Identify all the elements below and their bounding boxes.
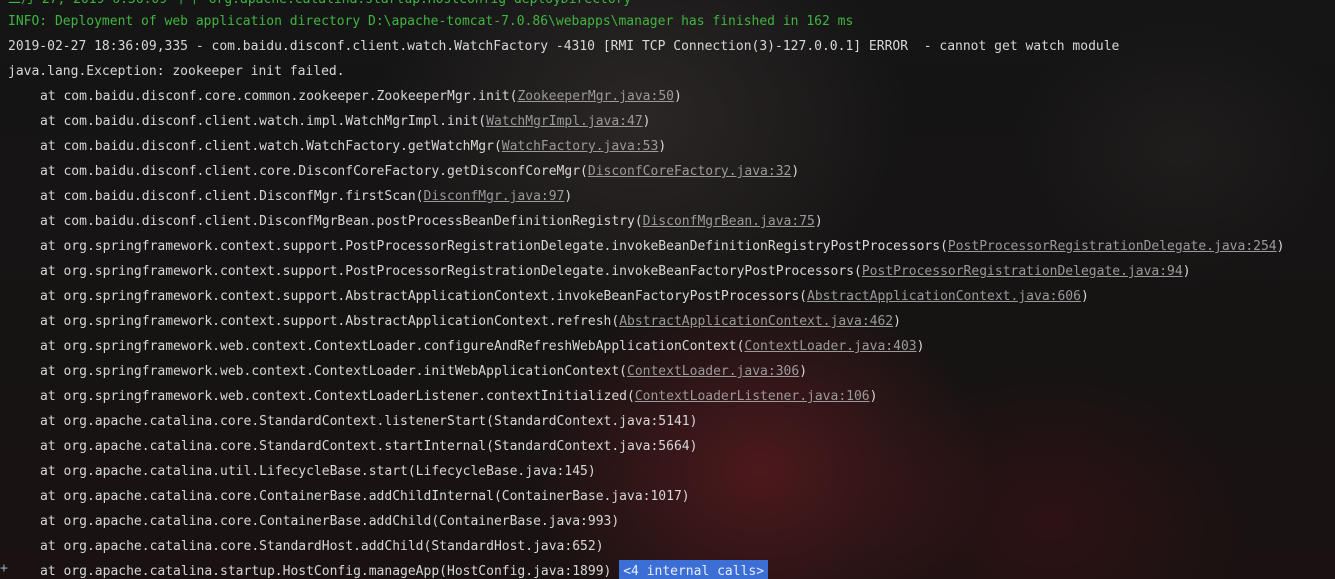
plus-icon[interactable]: + bbox=[0, 562, 10, 576]
stack-frame: at org.apache.catalina.startup.HostConfi… bbox=[40, 559, 769, 579]
stack-frame: at org.apache.catalina.core.ContainerBas… bbox=[40, 509, 619, 534]
stack-frame-suffix: ) bbox=[893, 314, 901, 329]
console-line-info: INFO: Deployment of web application dire… bbox=[8, 14, 854, 29]
stack-frame-suffix: ) bbox=[869, 389, 878, 404]
console-line-exception: java.lang.Exception: zookeeper init fail… bbox=[8, 64, 345, 79]
stack-frame-method: at com.baidu.disconf.client.watch.impl.W… bbox=[40, 114, 487, 129]
stack-frame-suffix: ) bbox=[673, 89, 682, 104]
stack-frame-method: at com.baidu.disconf.client.core.Disconf… bbox=[40, 164, 588, 179]
source-link[interactable]: ContextLoader.java:306 bbox=[627, 364, 799, 379]
stack-frame-suffix: ) bbox=[642, 114, 651, 129]
stack-frame: at org.apache.catalina.core.StandardHost… bbox=[40, 534, 604, 559]
stack-frame-method: at org.springframework.context.support.P… bbox=[40, 239, 948, 254]
source-link[interactable]: ContextLoader.java:403 bbox=[744, 339, 916, 354]
stack-frame-method: at com.baidu.disconf.client.DisconfMgr.f… bbox=[40, 189, 424, 204]
stack-frame: at org.springframework.context.support.P… bbox=[40, 259, 1191, 284]
stack-frame: at org.springframework.web.context.Conte… bbox=[40, 384, 877, 409]
stack-frame-method: at org.apache.catalina.core.ContainerBas… bbox=[40, 489, 690, 504]
stack-frame: at com.baidu.disconf.client.core.Disconf… bbox=[40, 159, 799, 184]
stack-frame: at com.baidu.disconf.client.DisconfMgrBe… bbox=[40, 209, 823, 234]
stack-frame: at org.springframework.web.context.Conte… bbox=[40, 334, 924, 359]
stack-frame: at com.baidu.disconf.client.watch.impl.W… bbox=[40, 109, 651, 134]
stack-frame-suffix: ) bbox=[916, 339, 925, 354]
stack-frame-method: at org.apache.catalina.util.LifecycleBas… bbox=[40, 464, 596, 479]
stack-frame: at com.baidu.disconf.client.watch.WatchF… bbox=[40, 134, 666, 159]
console-output: 二月 27, 2019 6:36:09 下午 org.apache.catali… bbox=[0, 0, 1335, 579]
stack-frame-method: at com.baidu.disconf.client.DisconfMgrBe… bbox=[40, 214, 643, 229]
source-link[interactable]: ContextLoaderListener.java:106 bbox=[635, 389, 870, 404]
source-link[interactable]: WatchFactory.java:53 bbox=[502, 139, 659, 154]
stack-frame-method: at org.apache.catalina.core.ContainerBas… bbox=[40, 514, 620, 529]
stack-frame-method: at com.baidu.disconf.client.watch.WatchF… bbox=[40, 139, 502, 154]
stack-frame-method: at org.springframework.web.context.Conte… bbox=[40, 339, 745, 354]
stack-frame-suffix: ) bbox=[1080, 289, 1089, 304]
source-link[interactable]: ZookeeperMgr.java:50 bbox=[517, 89, 674, 104]
source-link[interactable]: DisconfMgrBean.java:75 bbox=[643, 214, 815, 229]
source-link[interactable]: DisconfCoreFactory.java:32 bbox=[588, 164, 792, 179]
stack-frame-method: at org.springframework.web.context.Conte… bbox=[40, 389, 635, 404]
stack-frame-method: at org.springframework.context.support.A… bbox=[40, 289, 808, 304]
console-line-error: 2019-02-27 18:36:09,335 - com.baidu.disc… bbox=[8, 39, 1120, 54]
stack-frame: at org.springframework.web.context.Conte… bbox=[40, 359, 807, 384]
stack-frame-method: at com.baidu.disconf.core.common.zookeep… bbox=[40, 89, 518, 104]
stack-frame-method: at org.apache.catalina.core.StandardCont… bbox=[40, 414, 698, 429]
stack-frame: at org.apache.catalina.core.ContainerBas… bbox=[40, 484, 690, 509]
stack-frame-suffix: ) bbox=[1182, 264, 1191, 279]
source-link[interactable]: PostProcessorRegistrationDelegate.java:9… bbox=[862, 264, 1183, 279]
stack-frame: at org.apache.catalina.core.StandardCont… bbox=[40, 434, 697, 459]
stack-frame: at org.springframework.context.support.A… bbox=[40, 284, 1089, 309]
stack-frame: at com.baidu.disconf.core.common.zookeep… bbox=[40, 84, 682, 109]
stack-frame-suffix: ) bbox=[814, 214, 823, 229]
source-link[interactable]: PostProcessorRegistrationDelegate.java:2… bbox=[948, 239, 1277, 254]
stack-frame: at com.baidu.disconf.client.DisconfMgr.f… bbox=[40, 184, 572, 209]
stack-frame-suffix: ) bbox=[791, 164, 800, 179]
stack-frame-method: at org.apache.catalina.core.StandardCont… bbox=[40, 439, 698, 454]
internal-calls-toggle[interactable]: <4 internal calls> bbox=[619, 560, 769, 579]
stack-frame-method: at org.springframework.context.support.A… bbox=[40, 314, 620, 329]
source-link[interactable]: AbstractApplicationContext.java:606 bbox=[807, 289, 1081, 304]
stack-frame-suffix: ) bbox=[658, 139, 667, 154]
stack-frame: at org.apache.catalina.util.LifecycleBas… bbox=[40, 459, 596, 484]
source-link[interactable]: AbstractApplicationContext.java:462 bbox=[619, 314, 893, 329]
stack-frame: at org.springframework.context.support.P… bbox=[40, 234, 1284, 259]
source-link[interactable]: WatchMgrImpl.java:47 bbox=[486, 114, 643, 129]
stack-frame: at org.springframework.context.support.A… bbox=[40, 309, 901, 334]
stack-frame-method: at org.apache.catalina.core.StandardHost… bbox=[40, 539, 604, 554]
stack-frame-method: at org.springframework.web.context.Conte… bbox=[40, 364, 627, 379]
stack-frame: at org.apache.catalina.core.StandardCont… bbox=[40, 409, 697, 434]
stack-frame-suffix: ) bbox=[564, 189, 573, 204]
source-link[interactable]: DisconfMgr.java:97 bbox=[424, 189, 565, 204]
stack-frame-method: at org.springframework.context.support.P… bbox=[40, 264, 862, 279]
stack-frame-method: at org.apache.catalina.startup.HostConfi… bbox=[40, 564, 612, 579]
stack-frame-suffix: ) bbox=[1276, 239, 1285, 254]
stack-frame-suffix: ) bbox=[799, 364, 808, 379]
